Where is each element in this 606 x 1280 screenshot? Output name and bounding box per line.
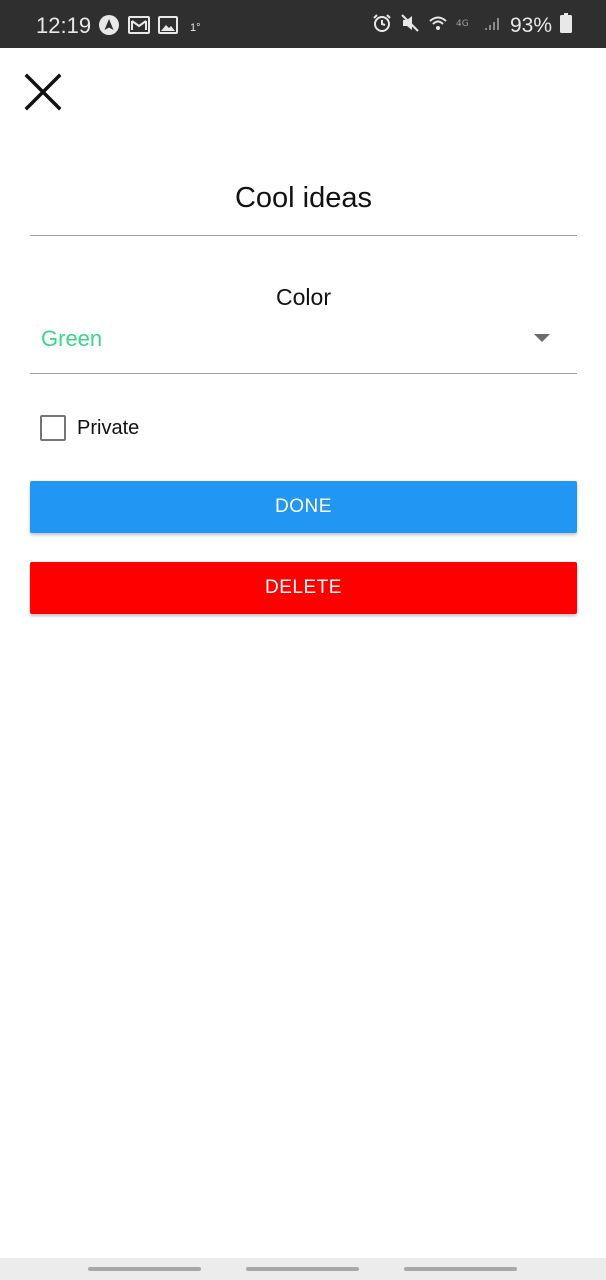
title-input[interactable]: Cool ideas xyxy=(30,182,577,215)
status-indicator: 1° xyxy=(190,21,201,34)
title-underline xyxy=(30,235,577,236)
status-left-icons: 1° xyxy=(98,14,201,41)
nav-recents-button[interactable] xyxy=(88,1267,201,1271)
status-time: 12:19 xyxy=(36,13,92,38)
dropdown-arrow-icon xyxy=(534,334,550,342)
gallery-icon xyxy=(158,15,178,40)
mute-icon xyxy=(400,13,420,38)
alarm-icon xyxy=(372,13,392,38)
battery-icon xyxy=(560,13,572,38)
gmail-icon xyxy=(128,15,150,40)
navigation-icon xyxy=(98,14,120,41)
svg-text:4G: 4G xyxy=(456,19,469,29)
done-button[interactable]: DONE xyxy=(30,481,577,533)
navigation-bar xyxy=(0,1258,606,1280)
status-bar: 12:19 1° 4G 93% xyxy=(0,0,606,48)
delete-button[interactable]: DELETE xyxy=(30,562,577,614)
color-selected-value: Green xyxy=(41,326,103,351)
status-right-icons: 4G 93% xyxy=(372,13,572,38)
private-label: Private xyxy=(77,416,140,439)
signal-icon xyxy=(484,14,502,37)
close-icon xyxy=(24,73,62,115)
wifi-icon xyxy=(428,13,448,38)
lte-icon: 4G xyxy=(456,16,476,35)
battery-percent: 93% xyxy=(509,13,552,37)
close-button[interactable] xyxy=(24,73,62,111)
private-checkbox[interactable] xyxy=(40,415,66,441)
color-dropdown[interactable]: Green xyxy=(30,316,577,374)
private-checkbox-row[interactable]: Private xyxy=(40,415,139,441)
nav-home-button[interactable] xyxy=(246,1267,359,1271)
color-label: Color xyxy=(276,284,331,310)
nav-back-button[interactable] xyxy=(404,1267,517,1271)
